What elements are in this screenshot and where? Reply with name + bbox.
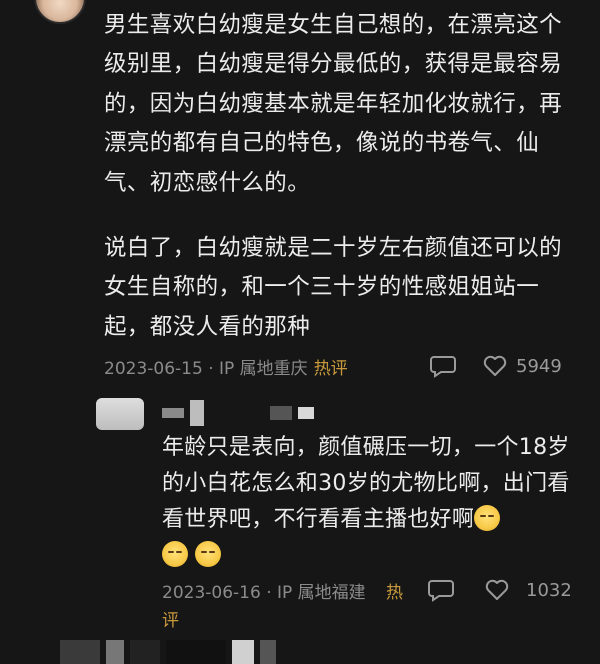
reply-meta: 2023-06-16 · IP 属地福建 热 评 1032 <box>162 576 572 636</box>
comment-paragraph-2: 说白了，白幼瘦就是二十岁左右颜值还可以的女生自称的，和一个三十岁的性感姐姐站一起… <box>104 235 563 340</box>
speech-bubble-icon[interactable] <box>428 578 454 602</box>
commenter-avatar[interactable] <box>34 0 86 24</box>
smirk-face-emoji <box>474 505 501 532</box>
comment-date-location: 2023-06-15 · IP 属地重庆 <box>104 358 308 379</box>
reply-like-count: 1032 <box>526 579 572 601</box>
smirk-face-emoji <box>162 541 188 567</box>
reply-emoji-row <box>162 541 224 567</box>
next-reply-redacted <box>0 640 600 664</box>
reply-avatar[interactable] <box>96 398 144 430</box>
speech-bubble-icon[interactable] <box>430 354 456 378</box>
reply-body: 年龄只是表向，颜值碾压一切，一个18岁的小白花怎么和30岁的尤物比啊，出门看看世… <box>162 435 570 533</box>
hot-comment-badge: 热评 <box>313 358 348 379</box>
heart-outline-icon <box>485 579 509 600</box>
like-button[interactable]: 5949 <box>482 352 562 380</box>
reply-hot-badge-2: 评 <box>162 611 179 631</box>
reply-like-button[interactable]: 1032 <box>484 576 572 604</box>
comment-paragraph-1: 男生喜欢白幼瘦是女生自己想的，在漂亮这个级别里，白幼瘦是得分最低的，获得是最容易… <box>104 12 563 196</box>
smirk-face-emoji <box>195 541 221 567</box>
comment-thread: 男生喜欢白幼瘦是女生自己想的，在漂亮这个级别里，白幼瘦是得分最低的，获得是最容易… <box>0 0 600 664</box>
comment-meta: 2023-06-15 · IP 属地重庆 热评 5949 <box>104 352 574 380</box>
like-count: 5949 <box>516 355 562 377</box>
heart-outline-icon <box>483 355 507 376</box>
reply-hot-badge-1: 热 <box>386 583 403 603</box>
reply-text: 年龄只是表向，颜值碾压一切，一个18岁的小白花怎么和30岁的尤物比啊，出门看看世… <box>162 430 572 539</box>
reply-date-location: 2023-06-16 · IP 属地福建 <box>162 583 366 603</box>
reply-username-redacted[interactable] <box>162 398 322 428</box>
